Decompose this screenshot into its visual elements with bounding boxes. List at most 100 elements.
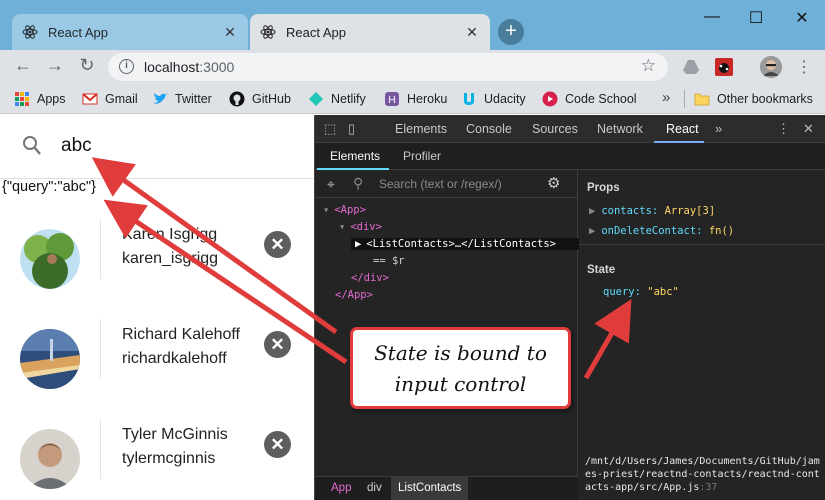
tree-node-label: <div> [350,221,382,233]
close-tab-icon[interactable]: ✕ [464,24,480,41]
search-input[interactable]: abc [61,135,92,157]
prop-ondeletecontact[interactable]: ▶ onDeleteContact: fn() [589,225,734,237]
maximize-icon[interactable]: ☐ [746,8,766,28]
devtools-menu-icon[interactable]: ⋮ [777,121,790,137]
more-tabs-icon[interactable]: » [715,121,722,136]
bookmark-label: Apps [37,92,66,106]
tree-node-app[interactable]: ▾ <App> [323,204,366,216]
bookmark-label: Gmail [105,92,138,106]
bookmark-gmail[interactable]: Gmail [82,91,138,107]
state-value: "abc" [647,286,679,298]
bookmark-star-icon[interactable]: ☆ [641,56,656,76]
url-text[interactable]: localhost:3000 [144,59,234,75]
folder-icon [694,93,710,106]
bookmark-code-school[interactable]: Code School [542,91,637,107]
contact-divider [100,419,101,479]
reload-icon[interactable]: ↻ [76,55,98,76]
tree-node-label: </App> [335,289,373,301]
gmail-icon [82,93,98,105]
netlify-icon [309,92,323,106]
bookmark-label: Code School [565,92,637,106]
tree-node-listcontacts[interactable]: ▶ <ListContacts>…</ListContacts> [351,238,595,250]
tab-console[interactable]: Console [466,122,512,136]
contact-divider [100,319,101,379]
source-path[interactable]: /mnt/d/Users/James/Documents/GitHub/jame… [585,455,823,494]
contact-name: Richard Kalehoff [122,326,240,343]
browser-tab-1[interactable]: React App ✕ [12,14,248,50]
apps-grid-icon [15,92,29,106]
contact-list-item: Richard Kalehoff richardkalehoff ✕ [0,309,314,409]
prop-contacts[interactable]: ▶ contacts: Array[3] [589,205,715,217]
state-query[interactable]: query: "abc" [603,286,679,298]
contact-list-item: Karen Isgrigg karen_isgrigg ✕ [0,209,314,309]
remove-contact-button[interactable]: ✕ [264,231,291,258]
bookmark-label: Twitter [175,92,212,106]
bookmarks-overflow-icon[interactable]: » [662,89,670,106]
contact-avatar [20,229,80,289]
github-icon [229,91,245,107]
search-bar[interactable]: abc [0,115,314,179]
heroku-icon: H [385,92,399,106]
back-arrow-icon[interactable]: ← [12,55,34,76]
profile-avatar-icon[interactable] [760,56,782,78]
breadcrumb-app[interactable]: App [331,482,351,494]
gear-icon[interactable]: ⚙ [547,174,560,192]
tree-search-input[interactable]: Search (text or /regex/) [379,177,502,191]
new-tab-button[interactable]: + [498,19,524,45]
url-host: localhost [144,59,200,75]
remove-contact-button[interactable]: ✕ [264,431,291,458]
props-heading: Props [587,182,620,194]
contact-name: Karen Isgrigg [122,226,218,243]
browser-toolbar: ← → ↻ i localhost:3000 ☆ ⋮ [0,50,825,84]
bookmark-label: Heroku [407,92,448,106]
bookmark-github[interactable]: GitHub [229,91,291,107]
device-toolbar-icon[interactable]: ▯ [348,121,355,137]
browser-menu-icon[interactable]: ⋮ [796,57,812,77]
minimize-icon[interactable]: — [702,8,722,26]
tab-elements[interactable]: Elements [395,122,447,136]
tree-search-bar[interactable]: ⌖ ⚲ Search (text or /regex/) ⚙ [315,170,578,198]
breadcrumb-div[interactable]: div [367,482,382,494]
svg-text:H: H [388,95,395,106]
callout-line-2: input control [394,372,527,396]
tree-node-div[interactable]: ▾ <div> [339,221,382,233]
subtab-profiler[interactable]: Profiler [403,149,441,163]
select-element-icon[interactable]: ⌖ [327,176,335,193]
bookmark-label: GitHub [252,92,291,106]
drive-extension-icon[interactable] [681,57,701,77]
tab-network[interactable]: Network [597,122,643,136]
remove-contact-button[interactable]: ✕ [264,331,291,358]
close-window-icon[interactable]: ✕ [792,8,812,28]
tree-node-app-close[interactable]: </App> [335,289,373,301]
bookmark-twitter[interactable]: Twitter [152,91,212,107]
devtools-tabbar: ⬚ ▯ Elements Console Sources Network Rea… [315,115,825,143]
tab-react[interactable]: React [666,122,699,136]
inspect-element-icon[interactable]: ⬚ [324,121,336,137]
address-bar[interactable]: i localhost:3000 ☆ [108,53,668,81]
bookmark-other[interactable]: Other bookmarks [694,91,813,107]
prop-key: onDeleteContact [601,225,697,237]
tab-title: React App [286,24,346,40]
bookmark-apps[interactable]: Apps [14,91,66,107]
tree-node-div-close[interactable]: </div> [351,272,389,284]
bookmark-udacity[interactable]: Udacity [461,91,526,107]
site-info-icon[interactable]: i [119,59,134,74]
bookmark-label: Other bookmarks [717,92,813,106]
browser-tab-2[interactable]: React App ✕ [250,14,490,50]
close-tab-icon[interactable]: ✕ [222,24,238,41]
tree-node-label: <App> [334,204,366,216]
contact-handle: karen_isgrigg [122,250,219,267]
tab-sources[interactable]: Sources [532,122,578,136]
ladybug-extension-icon[interactable] [714,57,734,77]
close-devtools-icon[interactable]: ✕ [803,121,814,137]
tree-node-label: == $r [373,255,405,267]
forward-arrow-icon[interactable]: → [44,55,66,76]
contact-handle: richardkalehoff [122,350,227,367]
bookmark-netlify[interactable]: Netlify [308,91,366,107]
source-line: :37 [699,482,718,493]
search-icon: ⚲ [353,175,364,191]
breadcrumb-listcontacts[interactable]: ListContacts [391,477,469,500]
subtab-elements[interactable]: Elements [330,149,380,163]
annotation-callout: State is bound to input control [350,327,571,409]
bookmark-heroku[interactable]: H Heroku [384,91,447,107]
